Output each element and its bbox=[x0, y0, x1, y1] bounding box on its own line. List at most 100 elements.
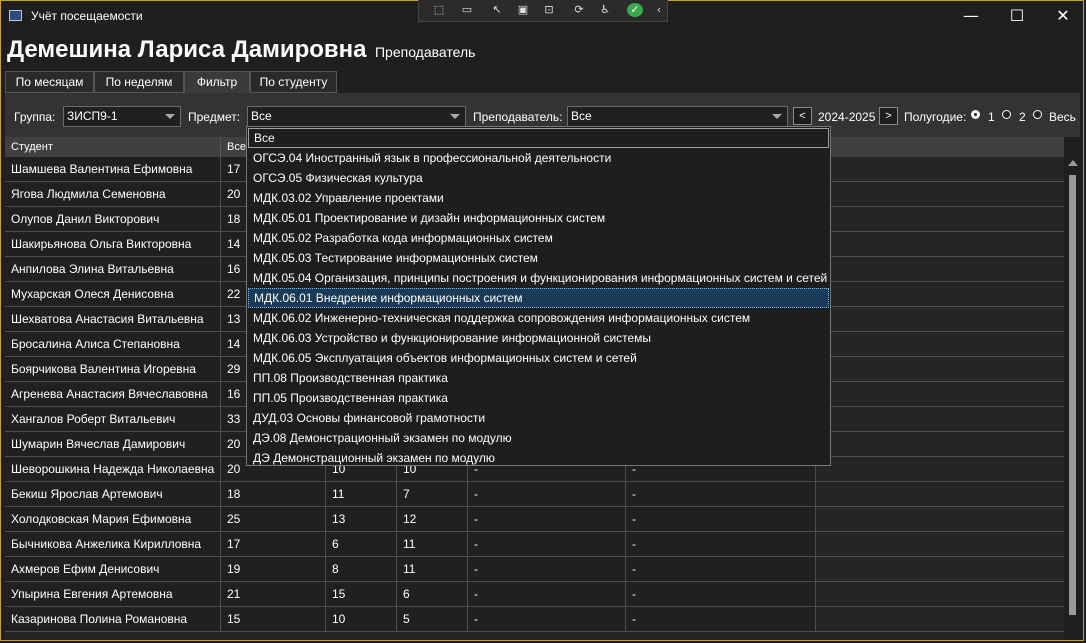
value-cell: 13 bbox=[326, 507, 397, 532]
value-cell: - bbox=[468, 582, 626, 607]
table-filler bbox=[816, 532, 1064, 557]
subject-option[interactable]: МДК.06.01 Внедрение информационных систе… bbox=[248, 288, 829, 308]
scroll-up-icon[interactable] bbox=[1068, 160, 1078, 166]
tab-filter[interactable]: Фильтр bbox=[184, 71, 250, 93]
table-row[interactable]: Бычникова Анжелика Кирилловна 17 6 11- - bbox=[5, 532, 1064, 557]
semester-all-label: Весь г bbox=[1049, 110, 1080, 124]
value-cell: 10 bbox=[326, 607, 397, 632]
semester-all-radio[interactable] bbox=[1033, 110, 1042, 119]
subject-option[interactable]: ДЭ.08 Демонстрационный экзамен по модулю bbox=[248, 428, 829, 448]
student-name-cell: Агренева Анастасия Вячеславовна bbox=[5, 382, 221, 407]
subject-option[interactable]: ПП.08 Производственная практика bbox=[248, 368, 829, 388]
select-element-icon[interactable]: ⬚ bbox=[431, 3, 447, 17]
subject-option[interactable]: МДК.05.04 Организация, принципы построен… bbox=[248, 268, 829, 288]
subject-option[interactable]: МДК.06.03 Устройство и функционирование … bbox=[248, 328, 829, 348]
maximize-button[interactable]: ☐ bbox=[994, 1, 1040, 31]
value-cell: 8 bbox=[326, 557, 397, 582]
table-filler bbox=[816, 207, 1064, 232]
table-filler bbox=[816, 407, 1064, 432]
next-year-button[interactable]: > bbox=[879, 107, 898, 125]
table-row[interactable]: Бекиш Ярослав Артемович 18 11 7- - bbox=[5, 482, 1064, 507]
value-cell: 15 bbox=[221, 607, 326, 632]
semester-1-radio[interactable] bbox=[971, 110, 980, 119]
value-cell: 15 bbox=[326, 582, 397, 607]
table-filler bbox=[816, 382, 1064, 407]
check-icon[interactable]: ✓ bbox=[627, 3, 643, 17]
table-filler bbox=[816, 607, 1064, 632]
subject-option[interactable]: ПП.05 Производственная практика bbox=[248, 388, 829, 408]
value-cell: - bbox=[468, 607, 626, 632]
subject-option[interactable]: ДУД.03 Основы финансовой грамотности bbox=[248, 408, 829, 428]
frame-icon[interactable]: ▣ bbox=[515, 3, 531, 17]
record-icon[interactable]: ▭ bbox=[459, 3, 475, 17]
subject-option[interactable]: МДК.05.03 Тестирование информационных си… bbox=[248, 248, 829, 268]
window-title: Учёт посещаемости bbox=[31, 9, 143, 23]
close-button[interactable]: ✕ bbox=[1040, 1, 1086, 31]
screenshot-icon[interactable]: ⊡ bbox=[541, 3, 557, 17]
table-filler bbox=[816, 332, 1064, 357]
subject-option[interactable]: МДК.05.01 Проектирование и дизайн информ… bbox=[248, 208, 829, 228]
table-filler bbox=[816, 582, 1064, 607]
value-cell: 21 bbox=[221, 582, 326, 607]
table-filler bbox=[816, 157, 1064, 182]
value-cell: - bbox=[468, 532, 626, 557]
prev-year-button[interactable]: < bbox=[793, 107, 812, 125]
subject-option[interactable]: МДК.03.02 Управление проектами bbox=[248, 188, 829, 208]
column-header-student[interactable]: Студент bbox=[5, 137, 221, 157]
value-cell: 11 bbox=[397, 532, 468, 557]
minimize-button[interactable]: — bbox=[948, 1, 994, 31]
subject-option[interactable]: ОГСЭ.05 Физическая культура bbox=[248, 168, 829, 188]
chevron-down-icon bbox=[772, 114, 782, 119]
tab-by-student[interactable]: По студенту bbox=[250, 71, 337, 93]
value-cell: 18 bbox=[221, 482, 326, 507]
table-row[interactable]: Казаринова Полина Романовна 15 10 5- - bbox=[5, 607, 1064, 632]
student-name-cell: Бросалина Алиса Степановна bbox=[5, 332, 221, 357]
student-name-cell: Бекиш Ярослав Артемович bbox=[5, 482, 221, 507]
semester-1-label: 1 bbox=[988, 110, 995, 124]
subject-option[interactable]: Все bbox=[248, 128, 829, 148]
teacher-select[interactable]: Все bbox=[567, 106, 788, 127]
value-cell: - bbox=[626, 482, 816, 507]
vertical-scrollbar[interactable] bbox=[1064, 137, 1081, 638]
tab-by-weeks[interactable]: По неделям bbox=[94, 71, 184, 93]
group-select[interactable]: ЗИСП9-1 bbox=[63, 106, 181, 127]
semester-2-radio[interactable] bbox=[1002, 110, 1011, 119]
student-name-cell: Хангалов Роберт Витальевич bbox=[5, 407, 221, 432]
table-row[interactable]: Упырина Евгения Артемовна 21 15 6- - bbox=[5, 582, 1064, 607]
group-label: Группа: bbox=[14, 110, 56, 124]
subject-select-value: Все bbox=[251, 109, 272, 123]
subject-option[interactable]: ОГСЭ.04 Иностранный язык в профессиональ… bbox=[248, 148, 829, 168]
table-filler bbox=[816, 457, 1064, 482]
subject-option[interactable]: ДЭ Демонстрационный экзамен по модулю bbox=[248, 448, 829, 468]
subject-option[interactable]: МДК.06.05 Эксплуатация объектов информац… bbox=[248, 348, 829, 368]
value-cell: 7 bbox=[397, 482, 468, 507]
header: Демешина Лариса Дамировна Преподаватель bbox=[7, 36, 475, 64]
accessibility-icon[interactable]: ♿ bbox=[597, 3, 613, 17]
pointer-icon[interactable]: ↖ bbox=[489, 3, 505, 17]
scrollbar-thumb[interactable] bbox=[1069, 175, 1076, 615]
table-filler bbox=[816, 282, 1064, 307]
subject-option[interactable]: МДК.06.02 Инженерно-техническая поддержк… bbox=[248, 308, 829, 328]
teacher-select-value: Все bbox=[571, 109, 592, 123]
subject-select[interactable]: Все bbox=[247, 106, 466, 127]
student-name-cell: Олупов Данил Викторович bbox=[5, 207, 221, 232]
value-cell: 12 bbox=[397, 507, 468, 532]
hot-reload-icon[interactable]: ⟳ bbox=[571, 3, 587, 17]
teacher-role: Преподаватель bbox=[374, 44, 476, 60]
table-row[interactable]: Ахмеров Ефим Денисович 19 8 11- - bbox=[5, 557, 1064, 582]
collapse-icon[interactable]: ‹ bbox=[651, 3, 667, 17]
table-filler bbox=[816, 307, 1064, 332]
value-cell: - bbox=[468, 482, 626, 507]
tab-by-months[interactable]: По месяцам bbox=[5, 71, 94, 93]
student-name-cell: Шамшева Валентина Ефимовна bbox=[5, 157, 221, 182]
value-cell: - bbox=[468, 507, 626, 532]
student-name-cell: Бычникова Анжелика Кирилловна bbox=[5, 532, 221, 557]
group-select-value: ЗИСП9-1 bbox=[67, 109, 118, 123]
value-cell: - bbox=[468, 557, 626, 582]
teacher-name: Демешина Лариса Дамировна bbox=[7, 36, 367, 63]
table-filler bbox=[816, 232, 1064, 257]
student-name-cell: Холодковская Мария Ефимовна bbox=[5, 507, 221, 532]
table-row[interactable]: Холодковская Мария Ефимовна 25 13 12- - bbox=[5, 507, 1064, 532]
subject-option[interactable]: МДК.05.02 Разработка кода информационных… bbox=[248, 228, 829, 248]
student-name-cell: Мухарская Олеся Денисовна bbox=[5, 282, 221, 307]
